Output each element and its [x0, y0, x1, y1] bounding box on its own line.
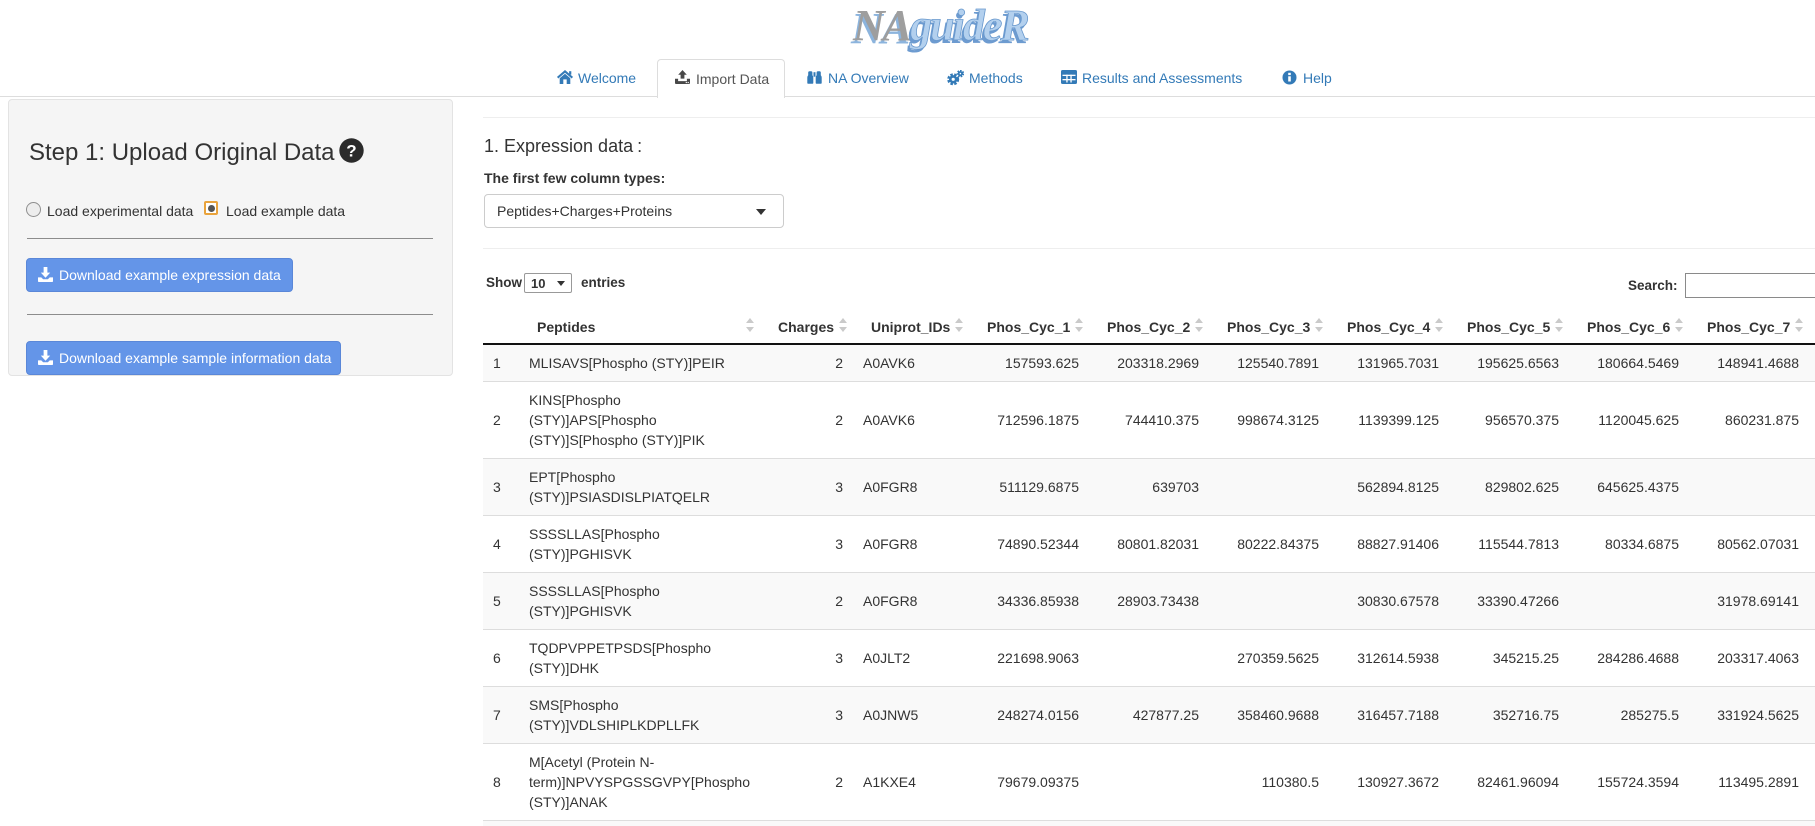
svg-text:?: ? [346, 142, 356, 161]
